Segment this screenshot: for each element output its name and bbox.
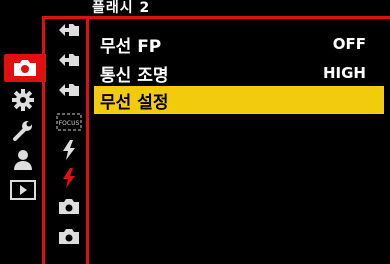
camera-arrow-icon (57, 20, 81, 44)
subtab-1[interactable] (54, 20, 84, 44)
camera-menu-screen: 플래시 2 FOCUS 무선 FP OFF 통신 조명 HIGH 무선 설정 (0, 0, 390, 264)
subtab-2[interactable] (54, 50, 84, 74)
menu-item-wireless-setup[interactable]: 무선 설정 (94, 86, 384, 114)
camera-icon (12, 58, 38, 78)
menu-item-label: 무선 FP (100, 36, 162, 57)
main-tab-bar (0, 0, 46, 260)
menu-item-value: HIGH (322, 64, 366, 82)
tab-photo[interactable] (4, 54, 46, 82)
camera-small-icon (58, 227, 80, 249)
focus-icon: FOCUS (56, 113, 82, 131)
menu-item-label: 무선 설정 (100, 92, 169, 113)
gear-icon (11, 88, 35, 112)
subtab-camera-1[interactable] (54, 196, 84, 220)
focus-label: FOCUS (59, 120, 80, 127)
tab-playback[interactable] (4, 176, 42, 204)
subtab-focus[interactable]: FOCUS (54, 110, 84, 134)
page-title: 플래시 2 (92, 0, 151, 16)
subtab-flash-1[interactable] (54, 140, 84, 164)
play-icon (10, 180, 36, 200)
tab-my-menu[interactable] (4, 146, 42, 174)
tab-custom[interactable] (4, 86, 42, 114)
menu-item-comm-light[interactable]: 통신 조명 HIGH (94, 59, 384, 87)
camera-small-icon (58, 197, 80, 219)
sub-tab-bar: FOCUS (54, 18, 86, 260)
menu-item-wireless-fp[interactable]: 무선 FP OFF (94, 30, 384, 58)
subtab-3[interactable] (54, 80, 84, 104)
tab-setup[interactable] (4, 116, 42, 144)
subtab-camera-2[interactable] (54, 226, 84, 250)
menu-item-value: OFF (332, 35, 366, 53)
wrench-icon (11, 118, 35, 142)
menu-divider (86, 16, 94, 264)
subtab-flash-2[interactable] (54, 168, 84, 192)
flash-icon-active (61, 167, 77, 193)
camera-arrow-icon (57, 50, 81, 74)
person-icon (11, 148, 35, 172)
menu-item-label: 통신 조명 (100, 65, 169, 86)
camera-arrow-icon (57, 80, 81, 104)
flash-icon (61, 139, 77, 165)
